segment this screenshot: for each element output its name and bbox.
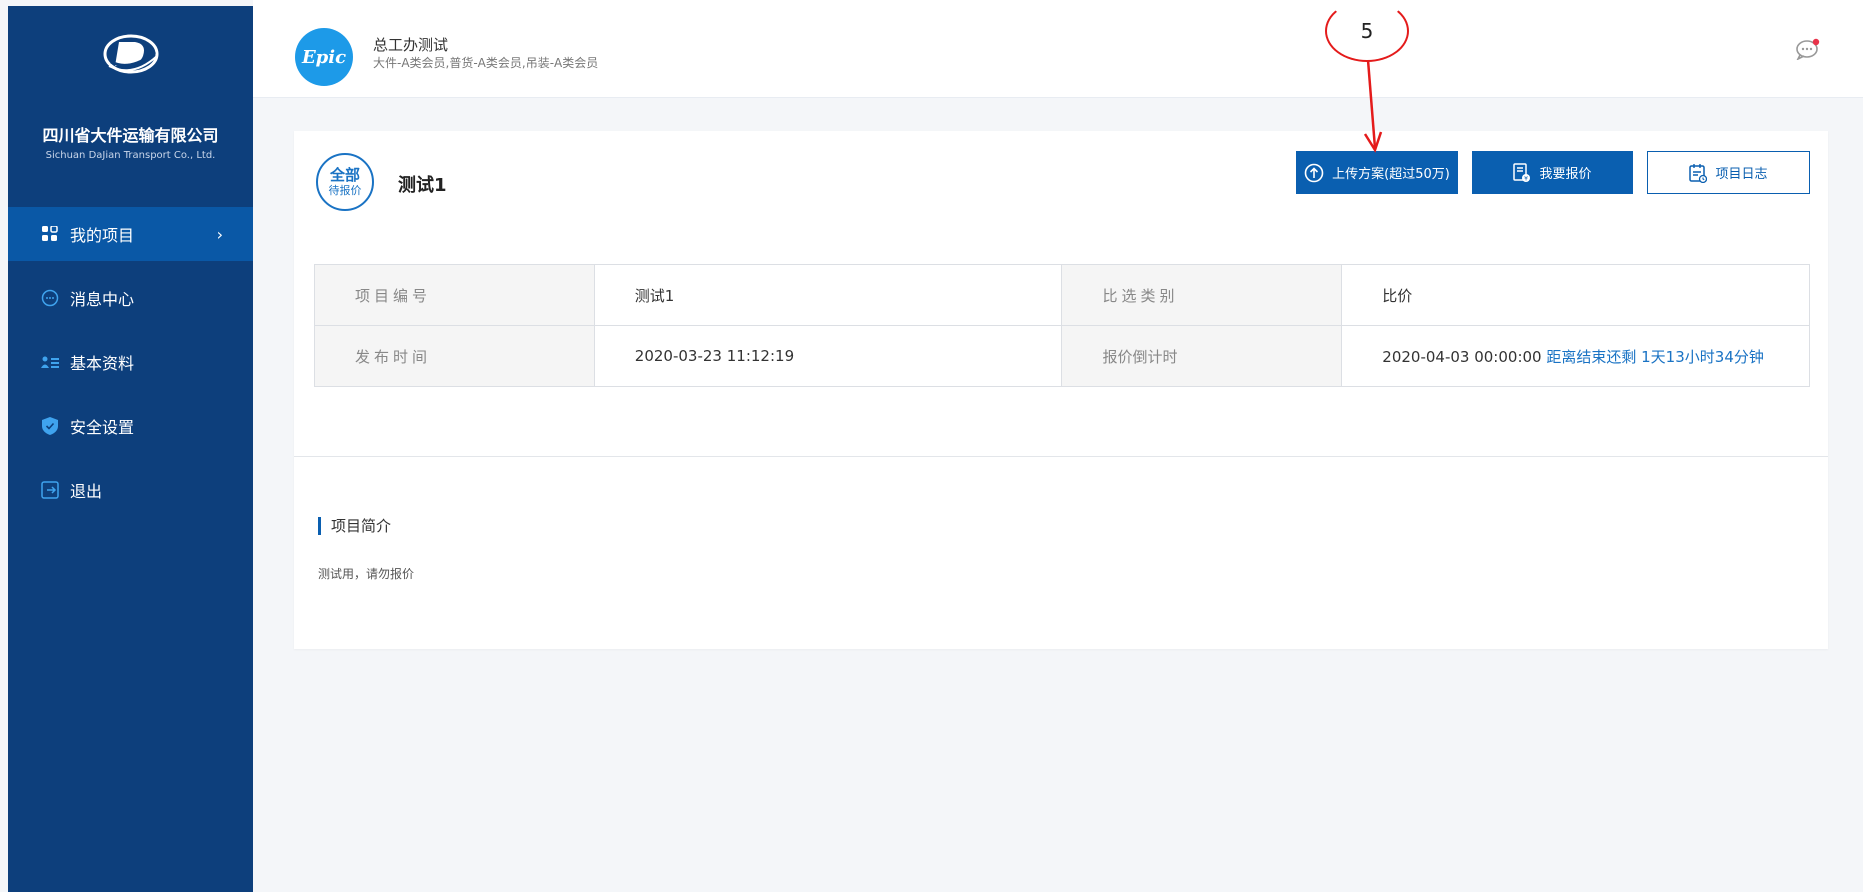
company-name-en: Sichuan DaJian Transport Co., Ltd. — [45, 150, 216, 161]
sidebar-item-label: 退出 — [70, 482, 103, 501]
project-log-button[interactable]: 项目日志 — [1647, 151, 1810, 194]
company-logo — [8, 6, 253, 102]
sidebar-item-label: 消息中心 — [70, 290, 135, 309]
annotation-number: 5 — [1360, 19, 1374, 43]
user-name: 总工办测试 — [373, 36, 449, 54]
logo-icon — [103, 34, 158, 74]
publish-time-label: 发布时间 — [314, 325, 595, 387]
countdown-remaining: 距离结束还剩 1天13小时34分钟 — [1546, 347, 1764, 366]
avatar[interactable]: Epic — [295, 28, 353, 86]
sidebar-item-logout[interactable]: 退出 — [8, 463, 253, 517]
sidebar-item-label: 基本资料 — [70, 354, 135, 373]
publish-time-value: 2020-03-23 11:12:19 — [593, 325, 1063, 387]
table-row: 发布时间 2020-03-23 11:12:19 报价倒计时 2020-04-0… — [314, 325, 1810, 387]
quote-countdown-label: 报价倒计时 — [1061, 325, 1343, 387]
shield-icon — [40, 416, 60, 436]
status-line-1: 全部 — [329, 166, 360, 184]
annotation-callout: 5 — [1325, 0, 1409, 62]
intro-section-title: 项目简介 — [318, 517, 391, 535]
grid-icon — [40, 224, 60, 244]
table-row: 项目编号 测试1 比选类别 比价 — [314, 264, 1810, 326]
chevron-right-icon: › — [216, 224, 223, 244]
selection-type-value: 比价 — [1341, 264, 1810, 326]
sidebar-item-label: 我的项目 — [70, 226, 135, 245]
upload-plan-label: 上传方案(超过50万) — [1332, 167, 1450, 182]
status-badge: 全部 待报价 — [316, 153, 374, 211]
submit-quote-button[interactable]: ¥ 我要报价 — [1472, 151, 1633, 194]
message-icon — [40, 288, 60, 308]
user-membership: 大件-A类会员,普货-A类会员,吊装-A类会员 — [373, 56, 599, 70]
quote-countdown-value: 2020-04-03 00:00:00 距离结束还剩 1天13小时34分钟 — [1341, 325, 1810, 387]
project-card: 全部 待报价 测试1 上传方案(超过50万) ¥ 我要报价 项目日志 项目编号 … — [294, 131, 1828, 649]
project-number-value: 测试1 — [593, 264, 1063, 326]
submit-quote-label: 我要报价 — [1539, 167, 1592, 182]
deadline-date: 2020-04-03 00:00:00 — [1382, 347, 1542, 366]
selection-type-label: 比选类别 — [1061, 264, 1343, 326]
sidebar-item-label: 安全设置 — [70, 418, 135, 437]
sidebar-menu: 我的项目 › 消息中心 基本资料 安全设置 退出 — [8, 207, 253, 517]
top-header: Epic 总工办测试 大件-A类会员,普货-A类会员,吊装-A类会员 — [253, 0, 1863, 98]
project-info-table: 项目编号 测试1 比选类别 比价 发布时间 2020-03-23 11:12:1… — [314, 264, 1810, 387]
calendar-log-icon — [1689, 163, 1708, 183]
intro-section-text: 测试用，请勿报价 — [318, 567, 415, 581]
upload-plan-button[interactable]: 上传方案(超过50万) — [1296, 151, 1458, 194]
sidebar-item-my-projects[interactable]: 我的项目 › — [8, 207, 253, 261]
profile-icon — [40, 352, 60, 372]
sidebar-item-profile[interactable]: 基本资料 — [8, 335, 253, 389]
project-number-label: 项目编号 — [314, 264, 595, 326]
project-log-label: 项目日志 — [1715, 167, 1768, 182]
annotation-arrow-icon — [1363, 60, 1383, 153]
status-line-2: 待报价 — [328, 184, 362, 197]
project-title: 测试1 — [398, 175, 447, 196]
quote-doc-icon: ¥ — [1513, 162, 1531, 183]
svg-text:¥: ¥ — [1525, 175, 1529, 182]
upload-icon — [1304, 163, 1324, 183]
sidebar-item-messages[interactable]: 消息中心 — [8, 271, 253, 325]
sidebar: 四川省大件运输有限公司 Sichuan DaJian Transport Co.… — [8, 6, 253, 892]
logout-icon — [40, 480, 60, 500]
chat-notification-icon[interactable] — [1795, 38, 1821, 60]
section-divider — [294, 456, 1828, 457]
company-name: 四川省大件运输有限公司 — [42, 126, 219, 145]
sidebar-item-security[interactable]: 安全设置 — [8, 399, 253, 453]
